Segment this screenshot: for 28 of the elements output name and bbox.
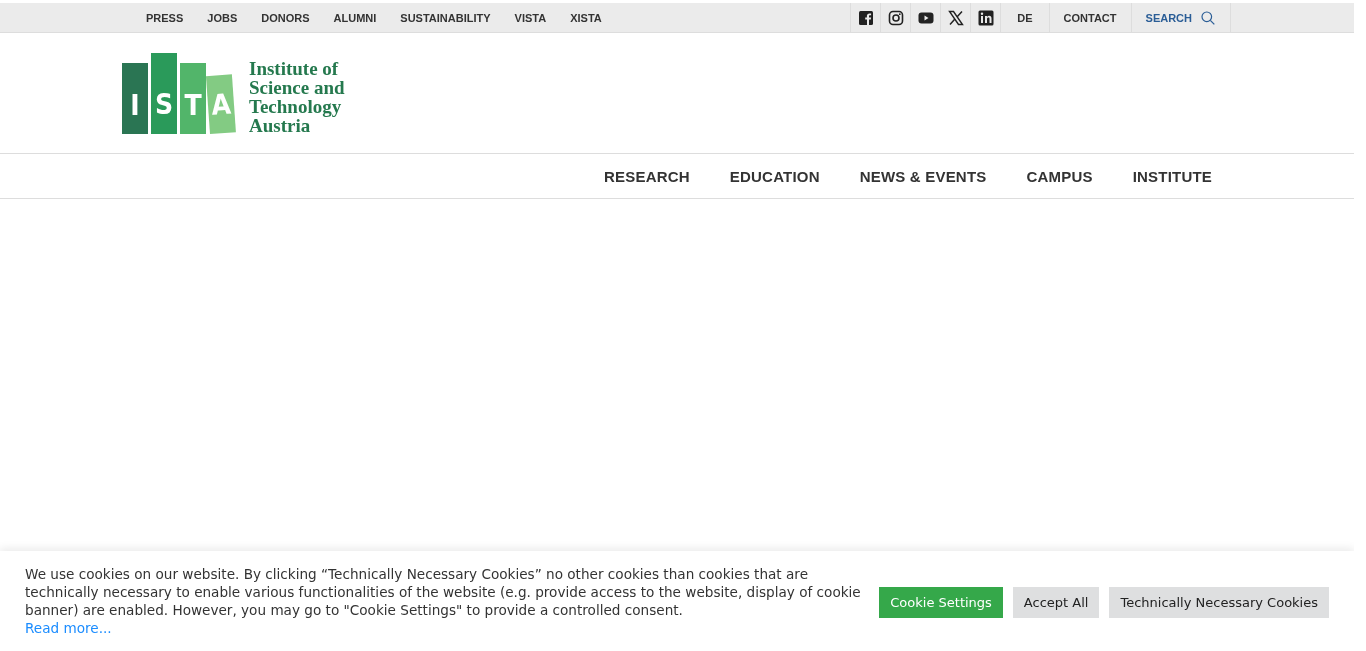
logo-letter: A — [205, 74, 236, 134]
nav-link[interactable]: RESEARCH — [584, 167, 710, 185]
x-icon[interactable] — [947, 9, 964, 26]
logo-letter: T — [180, 63, 206, 134]
facebook-icon[interactable] — [857, 9, 874, 26]
top-link[interactable]: SUSTAINABILITY — [388, 11, 503, 24]
cookie-button[interactable]: Technically Necessary Cookies — [1109, 587, 1329, 618]
top-link[interactable]: ALUMNI — [321, 11, 389, 24]
top-link[interactable]: VISTA — [502, 11, 559, 24]
search-link[interactable]: SEARCH — [1130, 3, 1231, 32]
top-link[interactable]: JOBS — [195, 11, 250, 24]
top-link[interactable]: XISTA — [558, 11, 614, 24]
logo-wordmark: Institute of Science and Technology Austria — [249, 59, 345, 135]
nav-link[interactable]: INSTITUTE — [1112, 167, 1232, 185]
nav-link[interactable]: CAMPUS — [1006, 167, 1113, 185]
language-link[interactable]: DE — [1000, 3, 1049, 32]
search-icon — [1201, 10, 1215, 25]
nav-link[interactable]: EDUCATION — [709, 167, 840, 185]
nav-link[interactable]: NEWS & EVENTS — [839, 167, 1007, 185]
top-link[interactable]: DONORS — [249, 11, 322, 24]
contact-link[interactable]: CONTACT — [1048, 3, 1131, 32]
cookie-button[interactable]: Accept All — [1012, 587, 1100, 618]
top-link[interactable]: PRESS — [134, 11, 196, 24]
logo-letter: S — [151, 53, 177, 134]
linkedin-icon[interactable] — [977, 9, 994, 26]
logo-letter: I — [122, 63, 148, 134]
instagram-icon[interactable] — [887, 9, 904, 26]
cookie-notice: We use cookies on our website. By clicking “Technically Necessary Cookies” no other cookies than cookies that are technically necessary to enable various functionalities of the website (e.g. provide access to the website, display of cookie banner) are enabled. However, you may go to "Cookie Settings" to provide a controlled consent. Read more... — [25, 565, 862, 637]
